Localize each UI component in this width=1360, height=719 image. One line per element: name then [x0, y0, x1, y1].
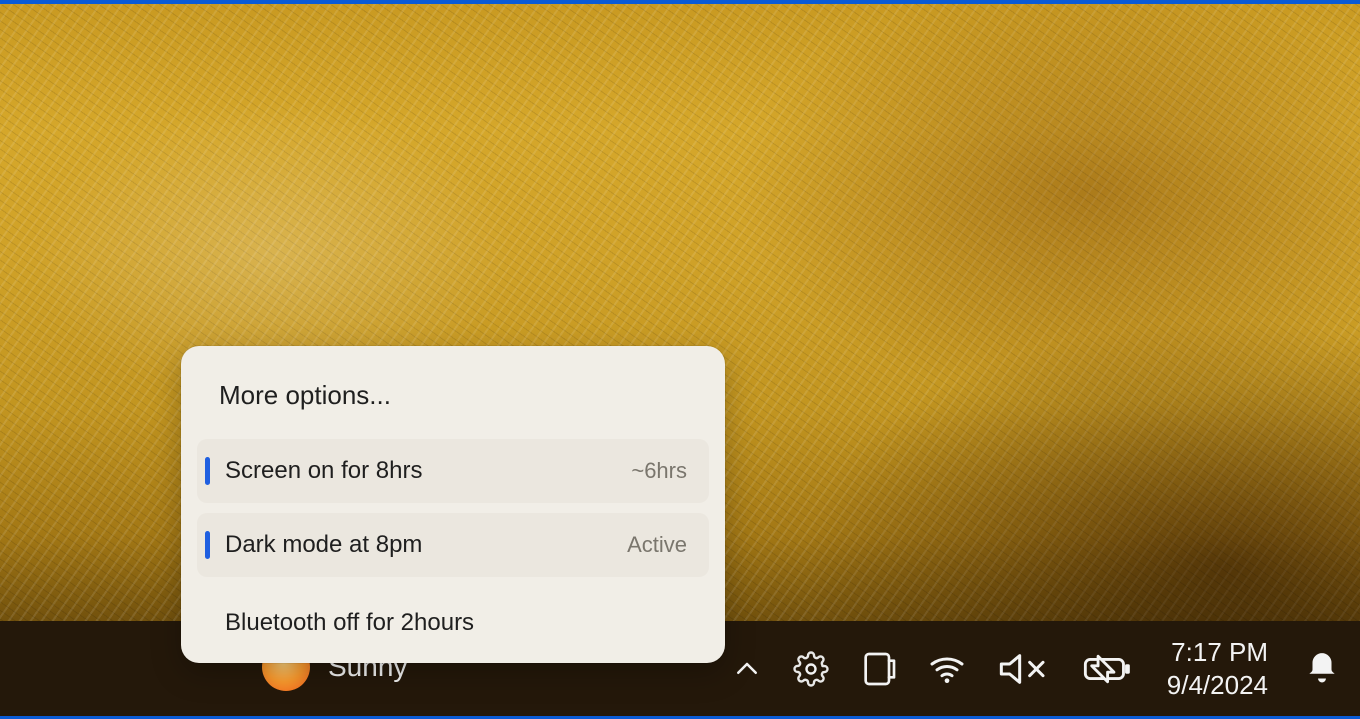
popup-item-label: Screen on for 8hrs: [225, 457, 422, 485]
popup-item-label: Dark mode at 8pm: [225, 531, 422, 559]
overflow-chevron-button[interactable]: [731, 653, 763, 685]
notifications-icon: [1303, 650, 1341, 688]
popup-item-detail: ~6hrs: [631, 458, 687, 484]
tablet-mode-button[interactable]: [859, 649, 899, 689]
active-indicator: [205, 531, 210, 559]
popup-item-bluetooth-off[interactable]: Bluetooth off for 2hours: [197, 591, 709, 641]
popup-more-options[interactable]: More options...: [197, 364, 709, 429]
popup-item-detail: Active: [627, 532, 687, 558]
taskbar-date: 9/4/2024: [1167, 669, 1268, 702]
notifications-button[interactable]: [1302, 649, 1342, 689]
settings-icon: [793, 651, 829, 687]
popup-item-dark-mode[interactable]: Dark mode at 8pm Active: [197, 513, 709, 577]
popup-item-screen-on[interactable]: Screen on for 8hrs ~6hrs: [197, 439, 709, 503]
taskbar-datetime[interactable]: 7:17 PM 9/4/2024: [1161, 636, 1274, 701]
wifi-button[interactable]: [927, 649, 967, 689]
battery-saver-icon: [1079, 649, 1133, 689]
chevron-up-icon: [732, 654, 762, 684]
taskbar-context-popup: More options... Screen on for 8hrs ~6hrs…: [181, 346, 725, 663]
active-indicator: [205, 457, 210, 485]
volume-mute-button[interactable]: [995, 649, 1051, 689]
settings-button[interactable]: [791, 649, 831, 689]
volume-mute-icon: [995, 649, 1051, 689]
wifi-icon: [927, 648, 967, 690]
battery-button[interactable]: [1079, 649, 1133, 689]
taskbar-time: 7:17 PM: [1167, 636, 1268, 669]
popup-item-label: Bluetooth off for 2hours: [225, 609, 474, 637]
system-tray: 7:17 PM 9/4/2024: [731, 621, 1342, 716]
tablet-mode-icon: [859, 649, 899, 689]
